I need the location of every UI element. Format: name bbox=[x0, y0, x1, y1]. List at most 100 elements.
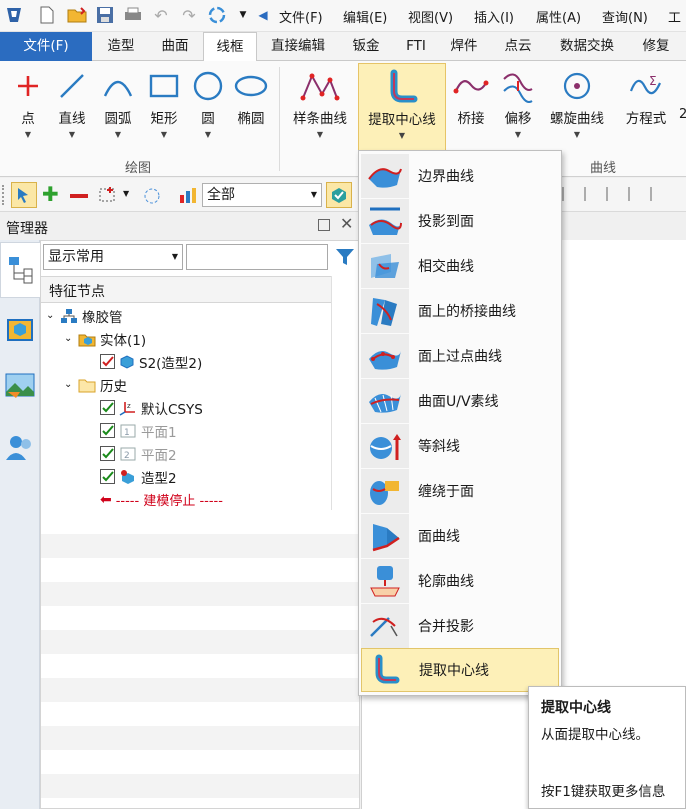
tree-history-group[interactable]: ⌄ 历史 bbox=[64, 373, 127, 396]
face-curve-icon bbox=[361, 514, 409, 558]
visibility-checkbox[interactable] bbox=[100, 469, 115, 484]
tree-history-item[interactable]: 1 平面1 bbox=[100, 419, 177, 442]
lasso-icon[interactable] bbox=[142, 186, 162, 206]
visibility-checkbox[interactable] bbox=[100, 423, 115, 438]
extract-centerline-dropdown-icon[interactable]: ▼ bbox=[359, 130, 445, 142]
tree-column-header: 特征节点 bbox=[41, 276, 331, 303]
boundary-curve-item[interactable]: 边界曲线 bbox=[361, 154, 559, 198]
rollback-stop-marker[interactable]: ⬅ ----- 建模停止 ----- bbox=[100, 488, 223, 511]
helix-curve-dropdown-icon[interactable]: ▼ bbox=[544, 129, 610, 141]
silhouette-curve-item[interactable]: 轮廓曲线 bbox=[361, 559, 559, 603]
new-file-icon[interactable] bbox=[36, 4, 58, 26]
menu-query[interactable]: 查询(N) bbox=[602, 7, 648, 26]
tab-direct-edit[interactable]: 直接编辑 bbox=[262, 32, 334, 61]
visibility-checkbox[interactable] bbox=[100, 400, 115, 415]
menu-scroll-left-icon[interactable]: ◀ bbox=[252, 4, 274, 26]
curve-through-points-on-face-item[interactable]: 面上过点曲线 bbox=[361, 334, 559, 378]
tree-history-item[interactable]: 2 平面2 bbox=[100, 442, 177, 465]
tab-fti[interactable]: FTI bbox=[398, 32, 434, 61]
rectangle-dropdown-icon[interactable]: ▼ bbox=[144, 129, 184, 141]
tree-solid-item[interactable]: S2(造型2) bbox=[100, 350, 202, 373]
collapse-arrow-icon[interactable]: ⌄ bbox=[46, 310, 60, 321]
view-manager-tab-icon[interactable] bbox=[6, 316, 34, 348]
offset-dropdown-icon[interactable]: ▼ bbox=[496, 129, 540, 141]
tab-point-cloud[interactable]: 点云 bbox=[496, 32, 540, 61]
line-dropdown-icon[interactable]: ▼ bbox=[52, 129, 92, 141]
boundary-curve-icon bbox=[361, 154, 409, 198]
pick-filter-icon[interactable] bbox=[11, 182, 37, 208]
open-folder-icon[interactable] bbox=[66, 4, 88, 26]
collapse-arrow-icon[interactable]: ⌄ bbox=[64, 333, 78, 344]
menu-file[interactable]: 文件(F) bbox=[279, 7, 323, 26]
tree-solid-group[interactable]: ⌄ 实体(1) bbox=[64, 327, 146, 350]
ribbon-group-divider bbox=[279, 67, 280, 171]
feature-tree-tab-icon[interactable] bbox=[0, 242, 40, 298]
line-button[interactable]: 直线 ▼ bbox=[52, 63, 92, 159]
tab-data-exchange[interactable]: 数据交换 bbox=[552, 32, 622, 61]
tab-modeling[interactable]: 造型 bbox=[96, 32, 146, 61]
quick-access-dropdown-icon[interactable]: ▼ bbox=[232, 4, 254, 26]
tree-root-node[interactable]: ⌄ 橡胶管 bbox=[46, 304, 123, 327]
tab-wireframe[interactable]: 线框 bbox=[203, 32, 257, 62]
redo-icon[interactable]: ↷ bbox=[178, 4, 200, 26]
tab-sheet-metal[interactable]: 钣金 bbox=[344, 32, 388, 61]
tree-history-item[interactable]: z 默认CSYS bbox=[100, 396, 203, 419]
image-manager-tab-icon[interactable] bbox=[4, 372, 36, 406]
collapse-arrow-icon[interactable]: ⌄ bbox=[64, 379, 78, 390]
regen-icon[interactable] bbox=[206, 4, 228, 26]
ellipse-button[interactable]: 椭圆 bbox=[230, 63, 272, 159]
visibility-checkbox[interactable] bbox=[100, 446, 115, 461]
wrap-on-face-item[interactable]: 缠绕于面 bbox=[361, 469, 559, 513]
rectangle-button[interactable]: 矩形 ▼ bbox=[144, 63, 184, 159]
equation-button[interactable]: Σ 方程式 bbox=[618, 63, 674, 159]
app-logo-icon[interactable] bbox=[3, 4, 25, 26]
menu-tools[interactable]: 工 bbox=[668, 7, 681, 26]
bridge-curve-on-face-item[interactable]: 面上的桥接曲线 bbox=[361, 289, 559, 333]
tab-repair[interactable]: 修复 bbox=[634, 32, 678, 61]
menu-view[interactable]: 视图(V) bbox=[408, 7, 453, 26]
tab-weldment[interactable]: 焊件 bbox=[442, 32, 486, 61]
display-filter-select[interactable]: 显示常用 ▼ bbox=[43, 244, 183, 270]
arc-button[interactable]: 圆弧 ▼ bbox=[98, 63, 138, 159]
undo-icon[interactable]: ↶ bbox=[150, 4, 172, 26]
menu-attributes[interactable]: 属性(A) bbox=[536, 7, 581, 26]
helix-curve-button[interactable]: 螺旋曲线 ▼ bbox=[544, 63, 610, 159]
point-dropdown-icon[interactable]: ▼ bbox=[8, 129, 48, 141]
filter-funnel-icon[interactable] bbox=[332, 244, 358, 270]
isocline-item[interactable]: 等斜线 bbox=[361, 424, 559, 468]
user-manager-tab-icon[interactable] bbox=[4, 434, 36, 466]
smart-pick-icon[interactable] bbox=[326, 182, 352, 208]
spline-curve-button[interactable]: 样条曲线 ▼ bbox=[288, 63, 352, 159]
face-curve-item[interactable]: 面曲线 bbox=[361, 514, 559, 558]
add-icon[interactable]: ✚ bbox=[42, 184, 59, 204]
offset-button[interactable]: 偏移 ▼ bbox=[496, 63, 540, 159]
combined-projection-item[interactable]: 合并投影 bbox=[361, 604, 559, 648]
point-button[interactable]: 点 ▼ bbox=[8, 63, 48, 159]
tab-surface[interactable]: 曲面 bbox=[150, 32, 200, 61]
arc-dropdown-icon[interactable]: ▼ bbox=[98, 129, 138, 141]
menu-insert[interactable]: 插入(I) bbox=[474, 7, 514, 26]
color-filter-icon[interactable] bbox=[178, 185, 198, 205]
bridge-button[interactable]: 桥接 bbox=[450, 63, 492, 159]
filter-select[interactable]: 全部 ▼ bbox=[202, 183, 322, 207]
panel-dock-icon[interactable] bbox=[318, 219, 330, 231]
uv-isoline-item[interactable]: 曲面U/V素线 bbox=[361, 379, 559, 423]
panel-close-icon[interactable]: ✕ bbox=[340, 214, 353, 233]
circle-dropdown-icon[interactable]: ▼ bbox=[188, 129, 228, 141]
circle-button[interactable]: 圆 ▼ bbox=[188, 63, 228, 159]
visibility-checkbox[interactable] bbox=[100, 354, 115, 369]
tree-history-item[interactable]: 造型2 bbox=[100, 465, 177, 488]
intersection-curve-item[interactable]: 相交曲线 bbox=[361, 244, 559, 288]
tab-file[interactable]: 文件(F) bbox=[0, 32, 92, 61]
spline-curve-dropdown-icon[interactable]: ▼ bbox=[288, 129, 352, 141]
print-icon[interactable] bbox=[122, 4, 144, 26]
menu-edit[interactable]: 编辑(E) bbox=[343, 7, 387, 26]
feature-search-input[interactable] bbox=[186, 244, 328, 270]
extract-centerline-button[interactable]: 提取中心线 ▼ bbox=[358, 63, 446, 153]
solid-body-icon bbox=[120, 354, 134, 369]
save-icon[interactable] bbox=[94, 4, 116, 26]
selection-dropdown-icon[interactable]: ▼ bbox=[123, 189, 129, 198]
remove-icon[interactable] bbox=[70, 194, 88, 198]
selection-box-icon[interactable] bbox=[98, 186, 118, 204]
project-to-face-item[interactable]: 投影到面 bbox=[361, 199, 559, 243]
